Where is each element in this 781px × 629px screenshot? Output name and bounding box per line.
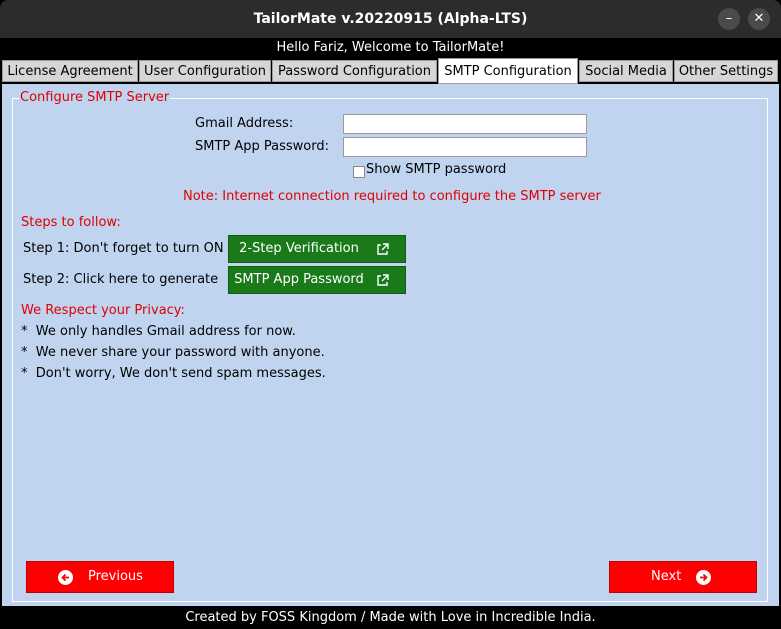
privacy-title: We Respect your Privacy:: [21, 303, 185, 318]
app-window: TailorMate v.20220915 (Alpha-LTS) – ✕ He…: [0, 0, 781, 629]
two-step-verification-button[interactable]: 2-Step Verification: [228, 235, 406, 263]
tab-social-media[interactable]: Social Media: [579, 60, 673, 82]
previous-label: Previous: [88, 569, 143, 584]
tab-password-configuration[interactable]: Password Configuration: [272, 60, 437, 82]
smtp-panel: Configure SMTP Server Gmail Address: SMT…: [2, 84, 779, 606]
step1-label: Step 1: Don't forget to turn ON: [23, 241, 224, 256]
tab-license-agreement[interactable]: License Agreement: [2, 60, 138, 82]
welcome-banner: Hello Fariz, Welcome to TailorMate!: [0, 38, 781, 58]
previous-button[interactable]: Previous: [26, 561, 174, 593]
group-title: Configure SMTP Server: [19, 89, 171, 107]
tab-bar: License Agreement User Configuration Pas…: [0, 58, 781, 84]
gmail-address-input[interactable]: [343, 114, 587, 134]
title-bar: TailorMate v.20220915 (Alpha-LTS) – ✕: [0, 0, 781, 38]
smtp-app-password-button[interactable]: SMTP App Password: [228, 266, 406, 294]
arrow-left-circle-icon: [58, 570, 73, 585]
two-step-verification-label: 2-Step Verification: [239, 241, 359, 256]
internet-note: Note: Internet connection required to co…: [183, 189, 601, 204]
close-icon[interactable]: ✕: [748, 8, 770, 30]
steps-title: Steps to follow:: [21, 215, 121, 230]
smtp-app-password-label: SMTP App Password: [234, 272, 364, 287]
smtp-password-input[interactable]: [343, 137, 587, 157]
tab-smtp-configuration[interactable]: SMTP Configuration: [438, 58, 578, 84]
next-button[interactable]: Next: [609, 561, 757, 593]
minimize-icon[interactable]: –: [718, 8, 740, 30]
window-title: TailorMate v.20220915 (Alpha-LTS): [253, 11, 528, 27]
smtp-password-label: SMTP App Password:: [195, 139, 330, 154]
tab-other-settings[interactable]: Other Settings: [674, 60, 778, 82]
next-label: Next: [651, 569, 682, 584]
privacy-item: * We never share your password with anyo…: [21, 345, 325, 360]
tab-user-configuration[interactable]: User Configuration: [139, 60, 271, 82]
show-password-label[interactable]: Show SMTP password: [366, 161, 506, 179]
privacy-item: * Don't worry, We don't send spam messag…: [21, 366, 326, 381]
footer-credits: Created by FOSS Kingdom / Made with Love…: [0, 606, 781, 629]
external-link-icon: [377, 243, 389, 255]
gmail-label: Gmail Address:: [195, 116, 294, 131]
privacy-item: * We only handles Gmail address for now.: [21, 324, 296, 339]
step2-label: Step 2: Click here to generate: [23, 272, 219, 287]
show-password-checkbox[interactable]: [353, 166, 365, 178]
external-link-icon: [377, 274, 389, 286]
arrow-right-circle-icon: [696, 570, 711, 585]
